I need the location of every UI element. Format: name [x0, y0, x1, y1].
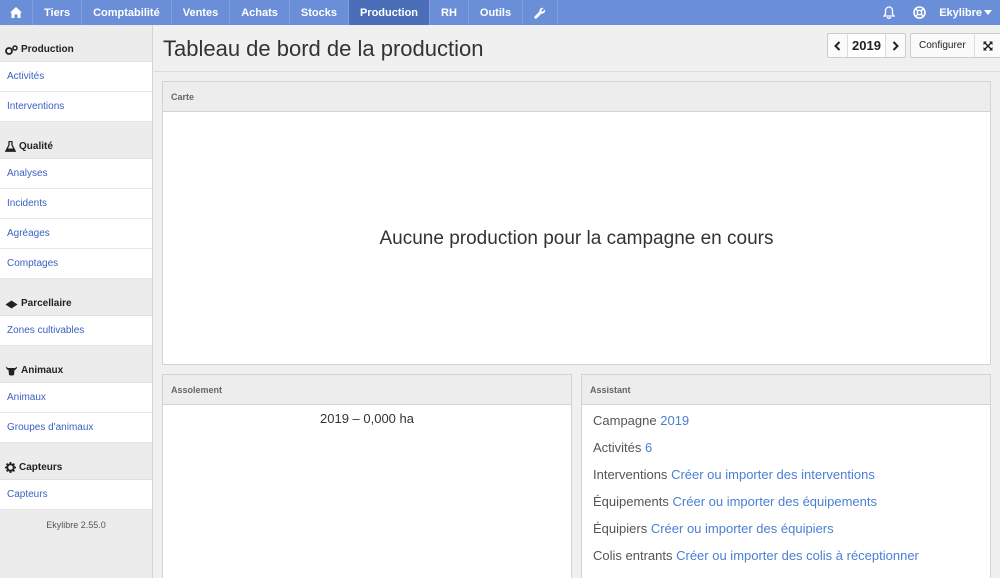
sidebar-group-qualite: Qualité [0, 122, 152, 158]
nav-item-achats[interactable]: Achats [230, 0, 290, 25]
sidebar-item-activites[interactable]: Activités [0, 62, 152, 92]
nav-item-production[interactable]: Production [348, 0, 431, 25]
page-title: Tableau de bord de la production [163, 36, 484, 61]
assistant-row-campagne: Campagne 2019 [593, 413, 690, 428]
flask-icon [5, 141, 16, 152]
next-year-button[interactable] [886, 34, 905, 57]
assolement-panel-title: Assolement [163, 375, 571, 405]
assistant-row-equipiers: Équipiers Créer ou importer des équipier… [593, 521, 834, 536]
settings-button[interactable] [523, 0, 559, 25]
campagne-link[interactable]: 2019 [660, 413, 689, 428]
current-year: 2019 [847, 34, 886, 57]
notifications-button[interactable] [874, 0, 904, 25]
sidebar-item-zones-cultivables[interactable]: Zones cultivables [0, 316, 152, 346]
assistant-row-activites: Activités 6 [593, 440, 653, 455]
sidebar-item-agreages[interactable]: Agréages [0, 219, 152, 249]
chevron-right-icon [892, 40, 899, 51]
sidebar-group-capteurs: Capteurs [0, 443, 152, 479]
previous-year-button[interactable] [828, 34, 847, 57]
cow-icon [5, 366, 18, 376]
equipements-link[interactable]: Créer ou importer des équipements [673, 494, 878, 509]
sidebar-group-parcellaire: Parcellaire [0, 279, 152, 315]
gears-icon [5, 45, 18, 55]
help-button[interactable] [904, 0, 935, 25]
interventions-link[interactable]: Créer ou importer des interventions [671, 467, 875, 482]
assistant-row-interventions: Interventions Créer ou importer des inte… [593, 467, 875, 482]
sidebar-item-groupes-animaux[interactable]: Groupes d'animaux [0, 413, 152, 443]
equipiers-link[interactable]: Créer ou importer des équipiers [651, 521, 834, 536]
sidebar-item-comptages[interactable]: Comptages [0, 249, 152, 279]
sidebar-item-capteurs[interactable]: Capteurs [0, 480, 152, 510]
user-name: Ekylibre [939, 6, 982, 19]
home-icon [10, 7, 22, 18]
sidebar: Production Activités Interventions Quali… [0, 25, 153, 578]
expand-icon [983, 41, 993, 50]
carte-empty-message: Aucune production pour la campagne en co… [379, 228, 774, 249]
nav-item-rh[interactable]: RH [430, 0, 469, 25]
nav-item-stocks[interactable]: Stocks [290, 0, 349, 25]
nav-item-ventes[interactable]: Ventes [172, 0, 231, 25]
colis-link[interactable]: Créer ou importer des colis à réceptionn… [676, 548, 919, 563]
wrench-icon [534, 7, 546, 19]
fullscreen-button[interactable] [973, 34, 1000, 57]
carte-panel-title: Carte [163, 82, 990, 112]
activites-link[interactable]: 6 [645, 440, 652, 455]
assistant-list: Campagne 2019 Activités 6 Interventions … [582, 405, 990, 573]
assistant-row-equipements: Équipements Créer ou importer des équipe… [593, 494, 878, 509]
assolement-panel: Assolement 2019 – 0,000 ha [162, 374, 572, 578]
sidebar-item-animaux[interactable]: Animaux [0, 383, 152, 413]
carte-panel: Carte Aucune production pour la campagne… [162, 81, 991, 365]
bell-icon [883, 6, 896, 19]
land-icon [5, 300, 18, 309]
caret-down-icon [984, 10, 992, 15]
lifebuoy-icon [913, 6, 926, 19]
user-menu[interactable]: Ekylibre [935, 0, 1000, 25]
chevron-left-icon [834, 40, 841, 51]
nav-item-comptabilite[interactable]: Comptabilité [82, 0, 172, 25]
assistant-panel: Assistant Campagne 2019 Activités 6 Inte… [581, 374, 991, 578]
sidebar-item-analyses[interactable]: Analyses [0, 159, 152, 189]
sidebar-group-production: Production [0, 25, 152, 61]
gear-icon [5, 462, 16, 473]
assistant-panel-title: Assistant [582, 375, 990, 405]
year-selector: 2019 [827, 33, 906, 58]
configure-toolbar: Configurer [910, 33, 1000, 58]
assolement-value: 2019 – 0,000 ha [320, 411, 414, 426]
top-navbar: Tiers Comptabilité Ventes Achats Stocks … [0, 0, 1000, 25]
header-divider [154, 71, 1000, 72]
configure-button[interactable]: Configurer [911, 34, 974, 57]
home-button[interactable] [0, 0, 33, 25]
sidebar-item-incidents[interactable]: Incidents [0, 189, 152, 219]
nav-item-outils[interactable]: Outils [469, 0, 524, 25]
sidebar-item-interventions[interactable]: Interventions [0, 92, 152, 122]
nav-item-tiers[interactable]: Tiers [33, 0, 83, 25]
app-version: Ekylibre 2.55.0 [46, 520, 106, 530]
assistant-row-colis: Colis entrants Créer ou importer des col… [593, 548, 919, 563]
sidebar-group-animaux: Animaux [0, 346, 152, 382]
